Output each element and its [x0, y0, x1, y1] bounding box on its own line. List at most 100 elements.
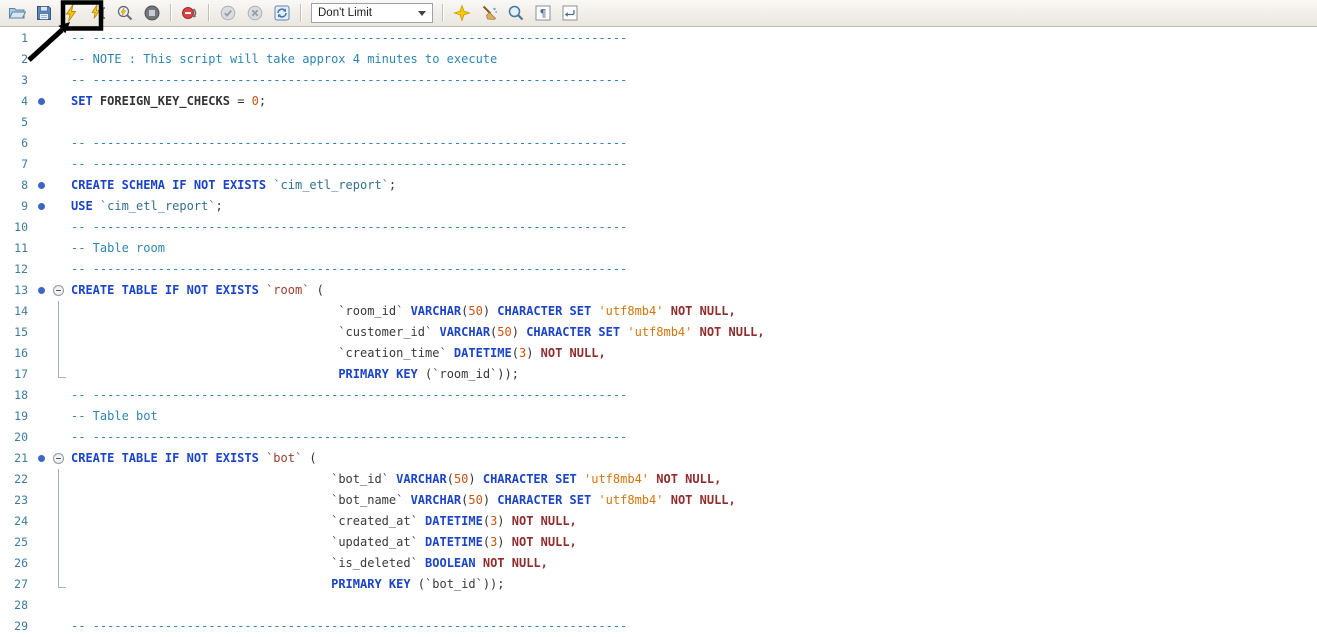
code-line[interactable]: CREATE TABLE IF NOT EXISTS `room` ( — [68, 280, 1317, 301]
statement-marker-cell — [34, 196, 49, 217]
line-number: 23 — [0, 490, 34, 511]
statement-marker-cell — [34, 469, 49, 490]
fold-column — [49, 385, 68, 406]
code-line-row: 8 CREATE SCHEMA IF NOT EXISTS `cim_etl_re… — [0, 175, 1317, 196]
fold-guide-end — [58, 574, 66, 588]
code-line[interactable]: PRIMARY KEY (`bot_id`)); — [68, 574, 1317, 595]
toggle-stop-on-error-button[interactable] — [181, 3, 199, 23]
fold-column — [49, 133, 68, 154]
line-number: 15 — [0, 322, 34, 343]
code-line-row: 4SET FOREIGN_KEY_CHECKS = 0; — [0, 91, 1317, 112]
code-line[interactable]: `bot_id` VARCHAR(50) CHARACTER SET 'utf8… — [68, 469, 1317, 490]
rollback-button[interactable] — [246, 3, 264, 23]
fold-toggle-icon[interactable] — [53, 453, 64, 464]
commit-button[interactable] — [219, 3, 237, 23]
fold-column — [49, 469, 68, 490]
fold-column — [49, 259, 68, 280]
code-line[interactable]: -- -------------------------------------… — [68, 427, 1317, 448]
code-line[interactable]: -- -------------------------------------… — [68, 385, 1317, 406]
clean-editor-button[interactable] — [480, 3, 498, 23]
code-line-row: 3 -- ------------------------------------… — [0, 70, 1317, 91]
fold-column — [49, 448, 68, 469]
toggle-autocommit-button[interactable] — [273, 3, 291, 23]
statement-marker-cell — [34, 301, 49, 322]
fold-column — [49, 553, 68, 574]
line-number: 10 — [0, 217, 34, 238]
toolbar-separator — [442, 4, 444, 22]
clean-editor-icon — [480, 4, 498, 22]
save-script-icon — [35, 4, 53, 22]
statement-marker-dot — [38, 182, 45, 189]
statement-marker-cell — [34, 448, 49, 469]
code-line[interactable]: PRIMARY KEY (`room_id`)); — [68, 364, 1317, 385]
limit-rows-dropdown[interactable]: Don't Limit — [311, 3, 433, 23]
code-line-row: 15 `customer_id` VARCHAR(50) CHARACTER S… — [0, 322, 1317, 343]
code-line[interactable] — [68, 112, 1317, 133]
code-line[interactable]: -- -------------------------------------… — [68, 70, 1317, 91]
fold-column — [49, 301, 68, 322]
code-line[interactable]: CREATE SCHEMA IF NOT EXISTS `cim_etl_rep… — [68, 175, 1317, 196]
toggle-word-wrap-button[interactable] — [561, 3, 579, 23]
code-line[interactable]: -- Table bot — [68, 406, 1317, 427]
code-line[interactable]: `creation_time` DATETIME(3) NOT NULL, — [68, 343, 1317, 364]
code-line-row: 24 `created_at` DATETIME(3) NOT NULL, — [0, 511, 1317, 532]
sql-editor[interactable]: 1-- ------------------------------------… — [0, 27, 1317, 637]
code-line-row: 19 -- Table bot — [0, 406, 1317, 427]
toggle-stop-on-error-icon — [181, 4, 199, 22]
code-line-row: 22 `bot_id` VARCHAR(50) CHARACTER SET 'u… — [0, 469, 1317, 490]
code-line[interactable]: `customer_id` VARCHAR(50) CHARACTER SET … — [68, 322, 1317, 343]
code-line[interactable]: -- -------------------------------------… — [68, 133, 1317, 154]
fold-column — [49, 154, 68, 175]
code-line[interactable]: -- -------------------------------------… — [68, 259, 1317, 280]
code-line[interactable]: `updated_at` DATETIME(3) NOT NULL, — [68, 532, 1317, 553]
explain-statement-button[interactable] — [116, 3, 134, 23]
save-script-button[interactable] — [35, 3, 53, 23]
open-script-button[interactable] — [8, 3, 26, 23]
code-line[interactable]: -- -------------------------------------… — [68, 154, 1317, 175]
fold-toggle-icon[interactable] — [53, 285, 64, 296]
code-line-row: 17 PRIMARY KEY (`room_id`)); — [0, 364, 1317, 385]
code-line[interactable]: -- NOTE : This script will take approx 4… — [68, 49, 1317, 70]
code-line[interactable]: CREATE TABLE IF NOT EXISTS `bot` ( — [68, 448, 1317, 469]
toggle-invisible-characters-button[interactable]: ¶ — [534, 3, 552, 23]
code-line[interactable]: `is_deleted` BOOLEAN NOT NULL, — [68, 553, 1317, 574]
statement-marker-cell — [34, 28, 49, 49]
code-line-row: 28 — [0, 595, 1317, 616]
code-line-row: 5 — [0, 112, 1317, 133]
execute-current-statement-icon — [89, 4, 107, 22]
fold-column — [49, 196, 68, 217]
code-line[interactable]: -- -------------------------------------… — [68, 616, 1317, 637]
code-line[interactable]: SET FOREIGN_KEY_CHECKS = 0; — [68, 91, 1317, 112]
code-line[interactable]: -- -------------------------------------… — [68, 28, 1317, 49]
statement-marker-dot — [38, 287, 45, 294]
code-line[interactable]: USE `cim_etl_report`; — [68, 196, 1317, 217]
statement-marker-cell — [34, 343, 49, 364]
statement-marker-cell — [34, 217, 49, 238]
fold-column — [49, 574, 68, 595]
code-line[interactable]: `bot_name` VARCHAR(50) CHARACTER SET 'ut… — [68, 490, 1317, 511]
fold-column — [49, 217, 68, 238]
execute-current-statement-button[interactable] — [89, 3, 107, 23]
find-button[interactable] — [507, 3, 525, 23]
stop-query-icon — [143, 4, 161, 22]
execute-script-button[interactable] — [62, 3, 80, 23]
fold-column — [49, 406, 68, 427]
line-number: 3 — [0, 70, 34, 91]
fold-column — [49, 70, 68, 91]
beautify-script-button[interactable] — [453, 3, 471, 23]
statement-marker-dot — [38, 98, 45, 105]
stop-query-button[interactable] — [143, 3, 161, 23]
code-line[interactable] — [68, 595, 1317, 616]
fold-guide-line — [58, 490, 59, 511]
code-line-row: 14 `room_id` VARCHAR(50) CHARACTER SET '… — [0, 301, 1317, 322]
fold-guide-line — [58, 343, 59, 364]
code-line[interactable]: -- -------------------------------------… — [68, 217, 1317, 238]
statement-marker-cell — [34, 364, 49, 385]
line-number: 19 — [0, 406, 34, 427]
code-line[interactable]: `created_at` DATETIME(3) NOT NULL, — [68, 511, 1317, 532]
code-line[interactable]: -- Table room — [68, 238, 1317, 259]
code-line[interactable]: `room_id` VARCHAR(50) CHARACTER SET 'utf… — [68, 301, 1317, 322]
line-number: 8 — [0, 175, 34, 196]
code-line-row: 16 `creation_time` DATETIME(3) NOT NULL, — [0, 343, 1317, 364]
toolbar-separator — [170, 4, 172, 22]
